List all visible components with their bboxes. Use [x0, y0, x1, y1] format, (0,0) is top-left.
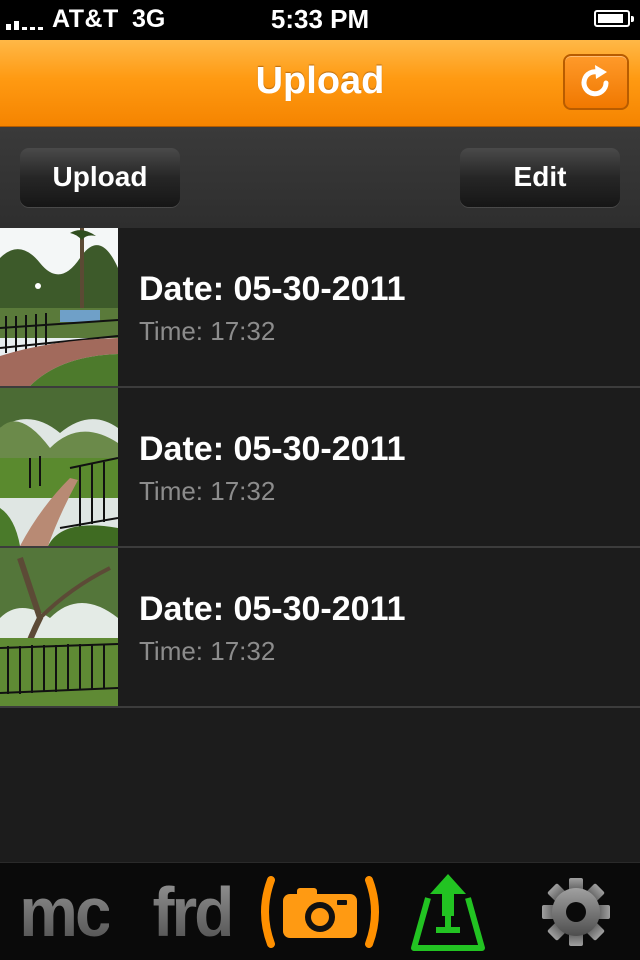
tab-bar: mc frd: [0, 862, 640, 960]
tab-me-label: mc: [19, 873, 111, 951]
status-clock: 5:33 PM: [270, 4, 370, 34]
upload-screen: AT&T 3G 5:33 PM Upload Upload Edit Date:…: [0, 0, 640, 960]
upload-date: Date: 05-30-2011: [139, 430, 406, 468]
tab-settings[interactable]: [528, 863, 624, 960]
tab-friends[interactable]: frd: [140, 863, 244, 960]
upload-icon: [411, 874, 485, 951]
upload-time: Time: 17:32: [139, 316, 276, 346]
tab-friends-label: frd: [152, 873, 235, 951]
list-item[interactable]: Date: 05-30-2011 Time: 17:32: [0, 388, 640, 548]
tab-upload[interactable]: [402, 863, 494, 960]
camera-icon: [261, 876, 379, 948]
gear-icon: [542, 878, 610, 946]
upload-time: Time: 17:32: [139, 476, 276, 506]
upload-list: Date: 05-30-2011 Time: 17:32 Date: 05-30…: [0, 228, 640, 708]
nav-bar: Upload: [0, 40, 640, 127]
photo-thumbnail: [0, 228, 118, 386]
list-item[interactable]: Date: 05-30-2011 Time: 17:32: [0, 228, 640, 388]
refresh-icon: [581, 65, 609, 97]
edit-button[interactable]: Edit: [460, 148, 620, 207]
battery-icon: [594, 10, 634, 27]
refresh-button[interactable]: [563, 54, 629, 110]
page-title: Upload: [255, 60, 385, 102]
toolbar: Upload Edit: [0, 127, 640, 228]
tab-me[interactable]: mc: [14, 863, 114, 960]
photo-thumbnail: [0, 388, 118, 546]
status-bar: AT&T 3G 5:33 PM: [0, 0, 640, 40]
upload-date: Date: 05-30-2011: [139, 590, 406, 628]
upload-date: Date: 05-30-2011: [139, 270, 406, 308]
photo-thumbnail: [0, 548, 118, 706]
upload-button[interactable]: Upload: [20, 148, 180, 207]
upload-time: Time: 17:32: [139, 636, 276, 666]
tab-camera[interactable]: [256, 863, 384, 960]
list-item[interactable]: Date: 05-30-2011 Time: 17:32: [0, 548, 640, 708]
